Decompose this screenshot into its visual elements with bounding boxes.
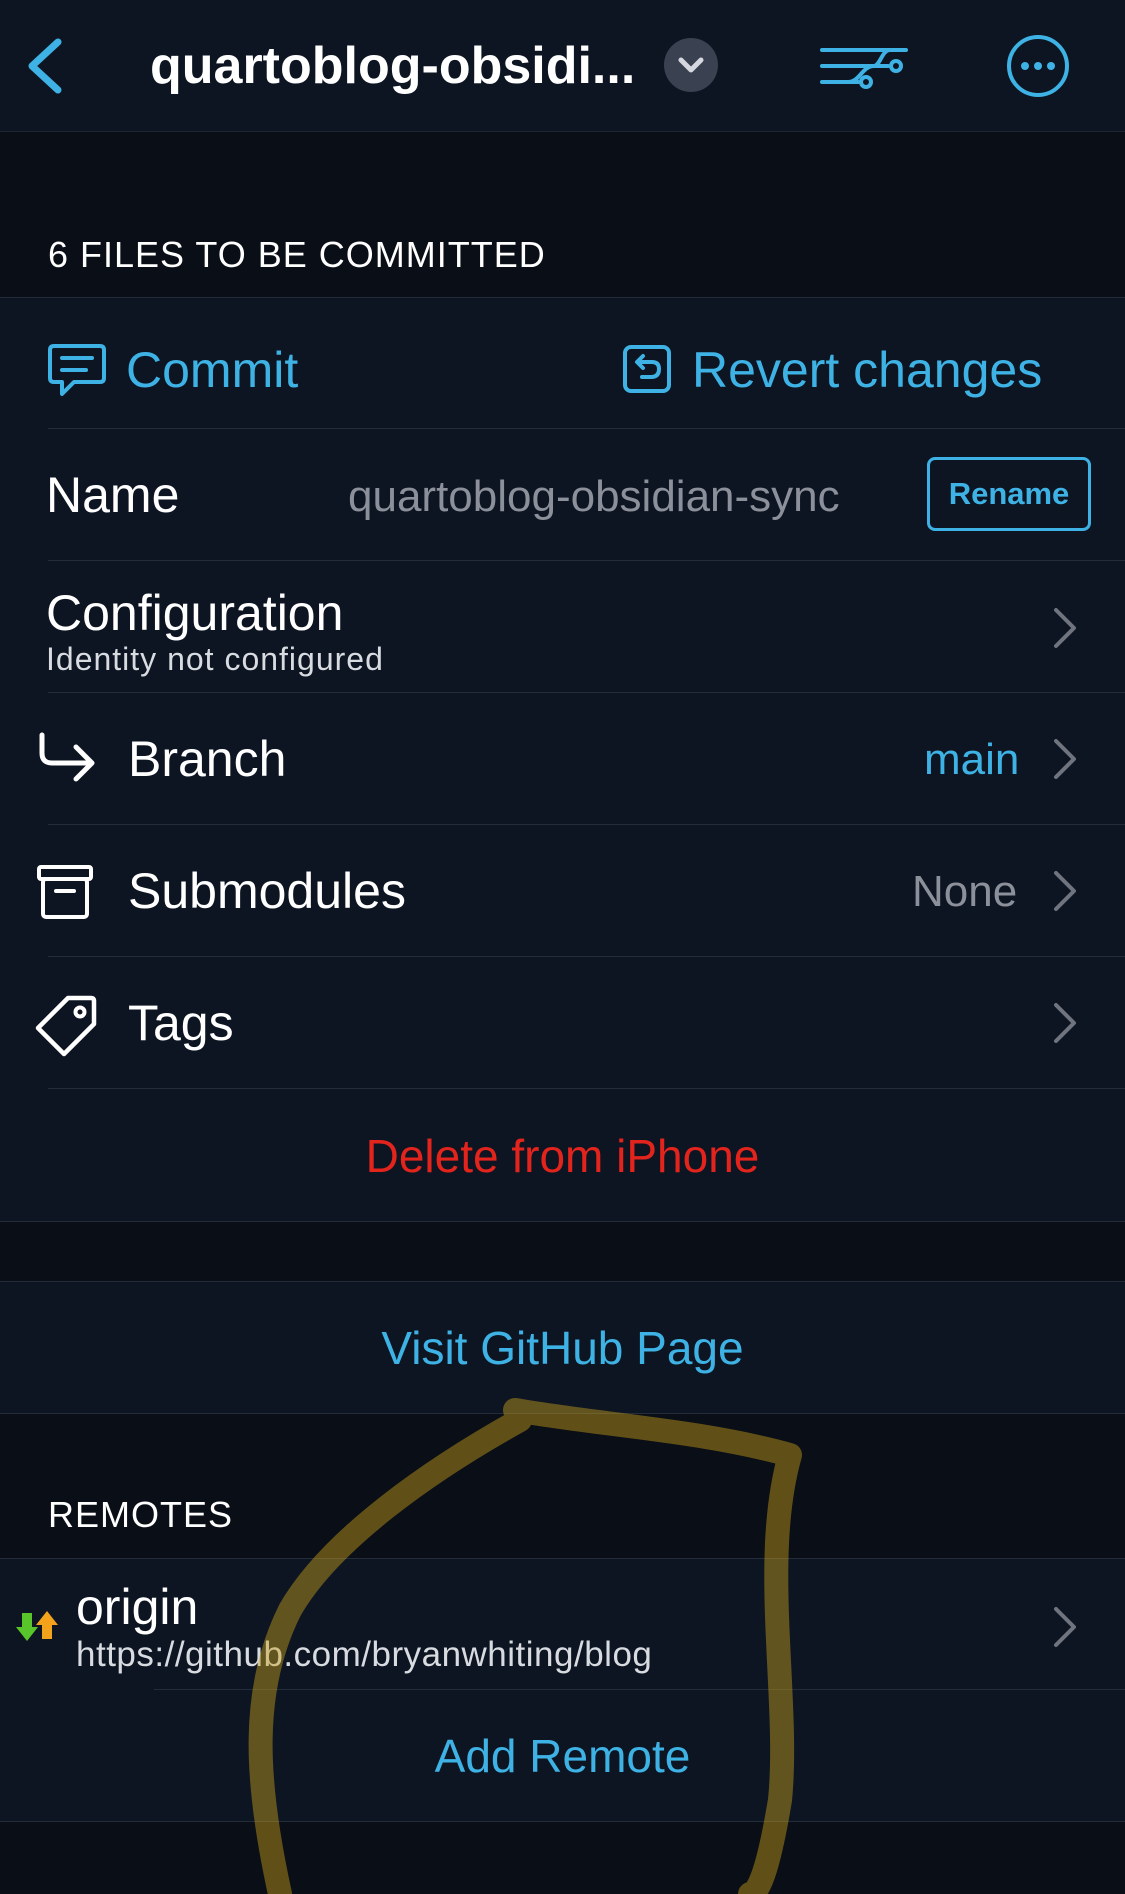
revert-changes-button[interactable]: Revert changes	[622, 338, 1082, 404]
repo-title[interactable]: quartoblog-obsidi...	[150, 36, 635, 96]
git-graph-button[interactable]	[818, 42, 910, 92]
add-remote-button[interactable]: Add Remote	[0, 1728, 1125, 1784]
chevron-right-icon	[1054, 608, 1076, 648]
remotes-header: REMOTES	[48, 1494, 234, 1535]
commit-button[interactable]: Commit	[48, 338, 348, 404]
chevron-right-icon	[1054, 1003, 1076, 1043]
commit-label: Commit	[126, 342, 299, 398]
submodules-row[interactable]: Submodules None	[0, 825, 1125, 956]
name-label: Name	[46, 467, 180, 523]
divider	[154, 1689, 1125, 1690]
configuration-subtitle: Identity not configured	[46, 641, 384, 677]
repo-name-value: quartoblog-obsidian-sync	[348, 472, 840, 521]
branch-label: Branch	[128, 731, 287, 787]
git-filter-icon	[820, 48, 908, 89]
chevron-down-icon	[678, 57, 704, 73]
rename-button[interactable]: Rename	[927, 457, 1091, 531]
tags-label: Tags	[128, 995, 234, 1051]
remote-url: https://github.com/bryanwhiting/blog	[76, 1635, 653, 1674]
chevron-right-icon	[1054, 871, 1076, 911]
divider	[48, 428, 1125, 429]
message-icon	[48, 344, 106, 396]
submodules-value: None	[912, 867, 1018, 916]
chevron-right-icon	[1054, 739, 1076, 779]
tag-icon	[35, 995, 97, 1057]
more-button[interactable]	[1006, 34, 1070, 98]
revert-icon	[623, 345, 671, 393]
chevron-right-icon	[1054, 1607, 1076, 1647]
chevron-left-icon	[28, 38, 62, 94]
divider	[0, 1281, 1125, 1282]
delete-from-iphone-button[interactable]: Delete from iPhone	[0, 1128, 1125, 1184]
fetch-push-arrows-icon	[16, 1611, 58, 1641]
remote-row-origin[interactable]: origin https://github.com/bryanwhiting/b…	[0, 1559, 1125, 1689]
branch-value: main	[924, 735, 1020, 784]
archive-box-icon	[37, 865, 93, 919]
divider	[0, 1221, 1125, 1222]
divider	[48, 1088, 1125, 1089]
tags-row[interactable]: Tags	[0, 957, 1125, 1088]
branch-row[interactable]: Branch main	[0, 693, 1125, 824]
revert-label: Revert changes	[692, 342, 1043, 398]
title-dropdown-button[interactable]	[664, 38, 718, 92]
files-to-commit-header: 6 FILES TO BE COMMITTED	[48, 234, 546, 275]
visit-github-button[interactable]: Visit GitHub Page	[0, 1320, 1125, 1376]
ellipsis-circle-icon	[1007, 35, 1069, 97]
configuration-row[interactable]: Configuration Identity not configured	[0, 561, 1125, 692]
divider	[0, 297, 1125, 298]
submodules-label: Submodules	[128, 863, 406, 919]
branch-arrow-icon	[39, 732, 95, 782]
divider	[0, 1413, 1125, 1414]
divider	[0, 1821, 1125, 1822]
remote-name: origin	[76, 1579, 199, 1635]
back-button[interactable]	[22, 36, 72, 96]
configuration-label: Configuration	[46, 585, 344, 641]
